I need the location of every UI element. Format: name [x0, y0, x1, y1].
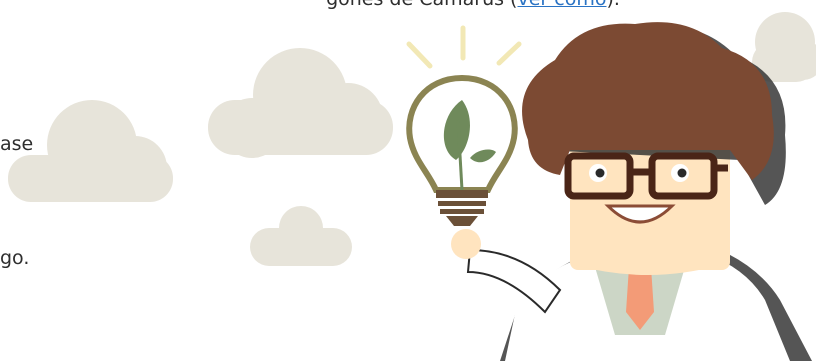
- cloud-icon: [250, 206, 352, 266]
- body-text-fragment: go.: [0, 247, 30, 269]
- body-text-fragment: ase: [0, 133, 34, 155]
- scientist-illustration: [451, 22, 812, 361]
- lightbulb-leaf-icon: [406, 74, 518, 226]
- light-rays: [406, 25, 522, 69]
- illustration-scene: [8, 12, 816, 361]
- cloud-icon: [208, 48, 393, 158]
